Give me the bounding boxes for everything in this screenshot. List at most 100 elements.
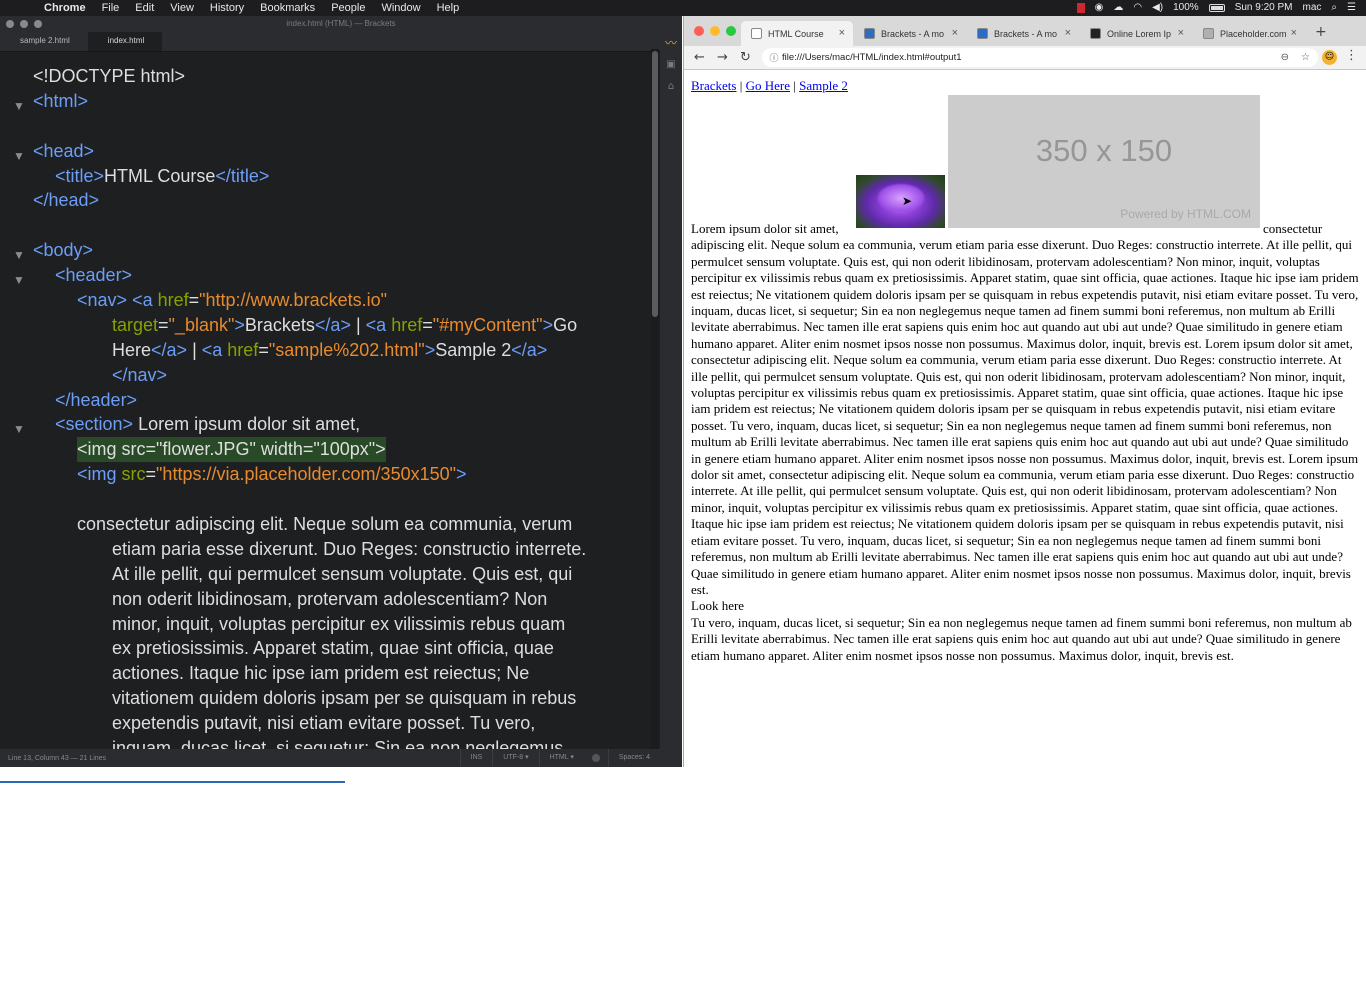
code-line[interactable]: </head> xyxy=(0,188,648,213)
drive-icon[interactable]: ☁ xyxy=(1113,0,1123,16)
code-line[interactable]: non oderit libidinosam, protervam adoles… xyxy=(0,587,648,612)
code-token: non oderit libidinosam, protervam adoles… xyxy=(112,588,548,609)
menu-window[interactable]: Window xyxy=(373,0,428,16)
code-line[interactable]: <img src="flower.JPG" width="100px"> xyxy=(0,437,648,463)
reload-icon[interactable]: ↻ xyxy=(734,50,757,65)
code-line[interactable]: <title>HTML Course</title> xyxy=(0,164,648,189)
close-tab-icon[interactable]: × xyxy=(1178,27,1184,39)
live-preview-icon[interactable]: 〰 xyxy=(660,32,682,54)
code-line[interactable]: <!DOCTYPE html> xyxy=(0,64,648,89)
menu-people[interactable]: People xyxy=(323,0,373,16)
back-icon[interactable]: ← xyxy=(688,50,711,65)
link-go-here[interactable]: Go Here xyxy=(746,78,790,93)
creative-cloud-icon[interactable]: ◉ xyxy=(1095,0,1104,16)
close-tab-icon[interactable]: × xyxy=(1065,27,1071,39)
close-tab-icon[interactable]: × xyxy=(839,27,845,39)
code-token: src xyxy=(121,464,146,485)
user-name[interactable]: mac xyxy=(1303,0,1322,16)
info-icon[interactable]: ⓘ xyxy=(766,51,782,64)
insert-mode[interactable]: INS xyxy=(459,749,493,767)
code-line[interactable] xyxy=(0,487,648,512)
close-tab-icon[interactable]: × xyxy=(952,27,958,39)
code-line[interactable]: ▼ <header> xyxy=(0,263,648,288)
menu-file[interactable]: File xyxy=(94,0,128,16)
browser-tab[interactable]: Online Lorem Ip × xyxy=(1080,21,1192,46)
chrome-menu-icon[interactable]: ⋮ xyxy=(1345,48,1358,63)
zoom-window-icon[interactable] xyxy=(726,26,736,36)
close-window-icon[interactable] xyxy=(694,26,704,36)
language-select[interactable]: HTML ▾ xyxy=(538,749,584,767)
bookmark-star-icon[interactable]: ☆ xyxy=(1301,52,1310,63)
code-token: </a> xyxy=(314,314,351,335)
code-line[interactable]: ▼ <html> xyxy=(0,89,648,114)
code-line[interactable]: At ille pellit, qui permulcet sensum vol… xyxy=(0,562,648,587)
code-token: > xyxy=(456,464,467,485)
new-tab-icon[interactable]: + xyxy=(1315,24,1327,40)
code-line[interactable]: actiones. Itaque hic ipse iam pridem est… xyxy=(0,661,648,686)
code-line[interactable]: expetendis putavit, nisi etiam evitare p… xyxy=(0,711,648,736)
indent-spaces[interactable]: Spaces: 4 xyxy=(607,749,660,767)
editor-scrollbar[interactable] xyxy=(651,49,659,761)
browser-tab[interactable]: Brackets - A mo × xyxy=(967,21,1079,46)
code-line[interactable]: </header> xyxy=(0,388,648,413)
volume-icon[interactable]: ◀) xyxy=(1152,0,1163,16)
link-sample-2[interactable]: Sample 2 xyxy=(799,78,848,93)
code-token: > xyxy=(234,314,245,335)
code-line[interactable]: target="_blank">Brackets</a> | <a href="… xyxy=(0,313,648,338)
browser-tab[interactable]: HTML Course × xyxy=(741,21,853,46)
code-line[interactable]: </nav> xyxy=(0,363,648,388)
link-brackets[interactable]: Brackets xyxy=(691,78,736,93)
wifi-icon[interactable]: ◠ xyxy=(1133,0,1142,16)
extension-manager-icon[interactable]: ▣ xyxy=(660,54,682,76)
code-line[interactable]: minor, inquit, voluptas percipitur ex vi… xyxy=(0,612,648,637)
file-tab-sample-2[interactable]: sample 2.html xyxy=(0,32,88,51)
code-line[interactable]: ▼ <body> xyxy=(0,238,648,263)
code-line[interactable]: ex pretiosissimis. Apparet statim, quae … xyxy=(0,636,648,661)
code-line[interactable]: inquam, ducas licet, si sequetur; Sin ea… xyxy=(0,736,648,749)
code-line[interactable]: vitationem quidem doloris ipsam per se q… xyxy=(0,686,648,711)
code-line[interactable]: <nav> <a href="http://www.brackets.io" xyxy=(0,288,648,313)
code-token: </title> xyxy=(215,165,270,186)
code-line[interactable] xyxy=(0,213,648,238)
encoding-select[interactable]: UTF-8 ▾ xyxy=(492,749,538,767)
brackets-file-tabs: sample 2.html index.html xyxy=(0,32,682,52)
code-line[interactable]: <img src="https://via.placeholder.com/35… xyxy=(0,462,648,487)
code-editor[interactable]: <!DOCTYPE html> ▼ <html> ▼ <head> <title>HTML… xyxy=(0,54,648,749)
extension-icon[interactable]: ☺ xyxy=(1322,50,1337,65)
menu-edit[interactable]: Edit xyxy=(127,0,162,16)
menu-chrome[interactable]: Chrome xyxy=(36,0,94,16)
battery-icon[interactable] xyxy=(1208,4,1225,12)
url-text[interactable]: file:///Users/mac/HTML/index.html#output… xyxy=(782,52,962,63)
code-token: <a xyxy=(132,290,158,311)
clock[interactable]: Sun 9:20 PM xyxy=(1235,0,1293,16)
zoom-icon[interactable]: ⊖ xyxy=(1281,52,1289,63)
browser-tab[interactable]: Brackets - A mo × xyxy=(854,21,966,46)
mouse-cursor-icon: ➤ xyxy=(902,194,913,208)
address-bar[interactable]: ⓘ file:///Users/mac/HTML/index.html#outp… xyxy=(762,48,1318,67)
linter-status-icon[interactable] xyxy=(591,754,600,762)
code-token: href xyxy=(227,339,259,360)
spotlight-icon[interactable]: ⌕ xyxy=(1331,0,1337,16)
chrome-window: HTML Course × Brackets - A mo × Brackets - A… xyxy=(683,16,1366,767)
menu-bookmarks[interactable]: Bookmarks xyxy=(252,0,323,16)
code-line[interactable]: Here</a> | <a href="sample%202.html">Sam… xyxy=(0,338,648,363)
record-icon[interactable] xyxy=(1076,3,1085,13)
minimize-window-icon[interactable] xyxy=(710,26,720,36)
code-line[interactable]: ▼ <section> Lorem ipsum dolor sit amet, xyxy=(0,412,648,437)
placeholder-image: 350 x 150 Powered by HTML.COM xyxy=(948,95,1260,228)
close-tab-icon[interactable]: × xyxy=(1291,27,1297,39)
menu-view[interactable]: View xyxy=(162,0,202,16)
code-line[interactable]: consectetur adipiscing elit. Neque solum… xyxy=(0,512,648,537)
menu-help[interactable]: Help xyxy=(429,0,468,16)
code-line[interactable] xyxy=(0,114,648,139)
editor-scrollbar-thumb[interactable] xyxy=(652,51,658,317)
menu-history[interactable]: History xyxy=(202,0,252,16)
forward-icon[interactable]: → xyxy=(711,50,734,65)
image-row: 350 x 150 Powered by HTML.COM ➤ xyxy=(691,95,1359,228)
code-line[interactable]: etiam paria esse dixerunt. Duo Reges: co… xyxy=(0,537,648,562)
code-line[interactable]: ▼ <head> xyxy=(0,139,648,164)
notification-center-icon[interactable]: ☰ xyxy=(1347,0,1356,16)
extension-icon[interactable]: ⌂ xyxy=(660,76,682,98)
file-tab-index[interactable]: index.html xyxy=(87,32,163,51)
browser-tab[interactable]: Placeholder.com × xyxy=(1193,21,1305,46)
